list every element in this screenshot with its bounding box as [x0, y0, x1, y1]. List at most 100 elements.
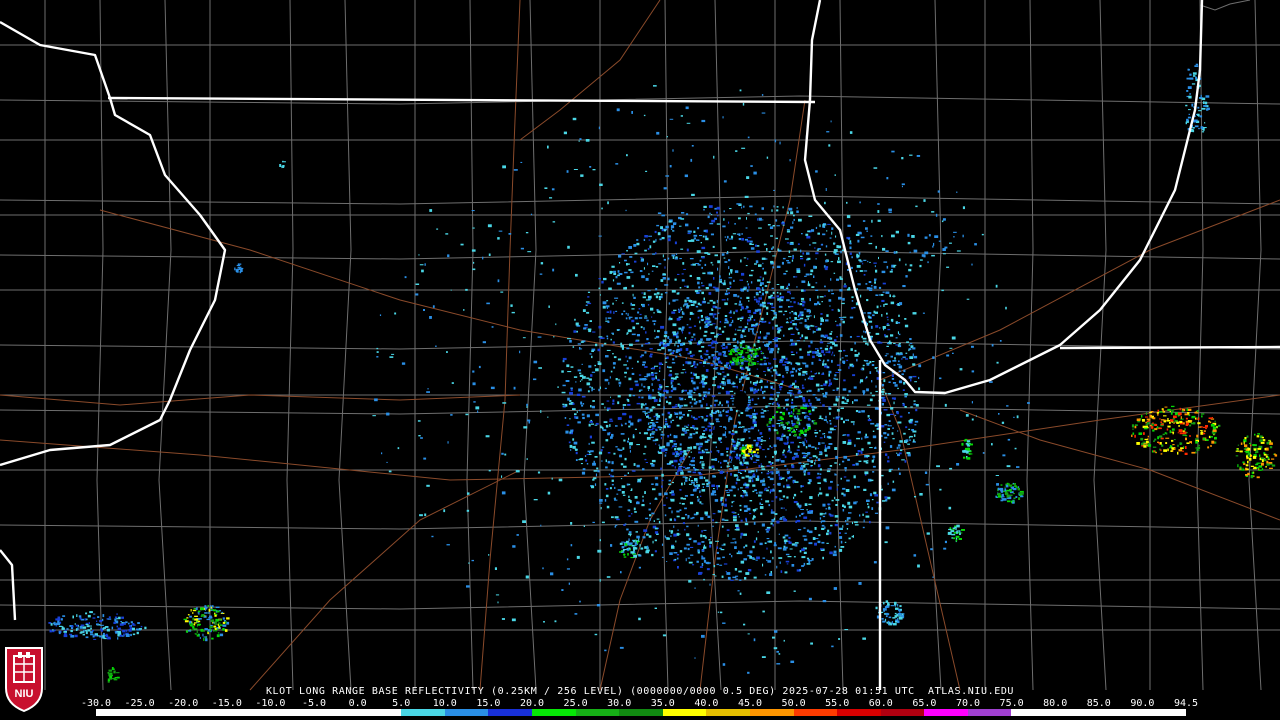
echo-pixel: [788, 390, 793, 392]
echo-pixel: [685, 106, 689, 110]
echo-pixel: [779, 360, 783, 364]
echo-pixel: [645, 403, 647, 406]
echo-pixel: [826, 470, 831, 473]
echo-pixel: [811, 446, 815, 448]
echo-pixel: [751, 315, 753, 318]
echo-pixel: [766, 312, 769, 315]
echo-pixel: [909, 356, 913, 359]
echo-pixel: [423, 457, 427, 460]
echo-pixel: [766, 472, 769, 475]
echo-pixel: [872, 465, 876, 468]
echo-pixel: [1143, 445, 1147, 448]
echo-pixel: [735, 309, 738, 313]
echo-pixel: [572, 446, 576, 449]
echo-pixel: [717, 611, 720, 613]
echo-pixel: [684, 432, 687, 434]
echo-pixel: [821, 301, 823, 303]
echo-pixel: [675, 341, 677, 344]
echo-pixel: [579, 380, 581, 382]
echo-pixel: [708, 292, 712, 295]
echo-pixel: [1256, 435, 1260, 438]
echo-pixel: [663, 504, 666, 506]
echo-pixel: [869, 287, 873, 290]
echo-pixel: [814, 527, 817, 530]
echo-pixel: [533, 360, 538, 364]
echo-pixel: [1184, 452, 1188, 455]
echo-pixel: [777, 394, 779, 398]
echo-pixel: [511, 618, 516, 622]
echo-pixel: [735, 578, 738, 580]
echo-pixel: [1179, 442, 1182, 445]
echo-pixel: [817, 301, 820, 305]
echo-pixel: [726, 362, 730, 365]
echo-pixel: [869, 520, 871, 524]
echo-pixel: [426, 391, 430, 393]
echo-pixel: [727, 298, 729, 301]
echo-pixel: [681, 517, 685, 520]
echo-pixel: [909, 376, 913, 379]
echo-pixel: [621, 347, 624, 350]
echo-pixel: [714, 367, 718, 370]
echo-pixel: [707, 425, 712, 428]
echo-pixel: [1147, 435, 1149, 438]
echo-pixel: [894, 384, 898, 387]
echo-pixel: [1004, 492, 1009, 495]
echo-pixel: [771, 509, 773, 512]
echo-pixel: [740, 297, 742, 299]
echo-pixel: [778, 424, 781, 427]
echo-pixel: [776, 650, 779, 653]
echo-pixel: [801, 280, 806, 283]
echo-pixel: [760, 463, 762, 465]
echo-pixel: [729, 366, 732, 369]
echo-pixel: [690, 377, 694, 379]
echo-pixel: [843, 402, 848, 404]
echo-pixel: [682, 364, 685, 366]
echo-pixel: [1208, 417, 1213, 419]
echo-pixel: [612, 362, 616, 365]
echo-pixel: [226, 621, 230, 625]
echo-pixel: [707, 515, 711, 518]
echo-pixel: [647, 262, 649, 266]
echo-pixel: [587, 328, 592, 331]
echo-pixel: [845, 489, 850, 492]
echo-pixel: [981, 233, 984, 236]
echo-pixel: [533, 378, 537, 381]
echo-pixel: [786, 230, 791, 233]
echo-pixel: [952, 352, 954, 354]
echo-pixel: [537, 336, 542, 338]
echo-pixel: [790, 339, 794, 342]
echo-pixel: [767, 410, 769, 412]
echo-pixel: [1257, 433, 1260, 435]
echo-pixel: [755, 244, 757, 247]
echo-pixel: [627, 329, 632, 333]
echo-pixel: [677, 566, 679, 569]
echo-pixel: [1211, 440, 1215, 444]
echo-pixel: [824, 447, 828, 450]
echo-pixel: [718, 437, 722, 440]
echo-pixel: [778, 557, 783, 559]
echo-pixel: [798, 433, 801, 436]
echo-pixel: [614, 516, 619, 519]
echo-pixel: [959, 530, 961, 532]
echo-pixel: [766, 306, 769, 310]
echo-pixel: [765, 405, 768, 408]
echo-pixel: [803, 289, 806, 292]
echo-pixel: [1239, 466, 1242, 469]
echo-pixel: [701, 449, 704, 452]
echo-pixel: [805, 416, 810, 418]
echo-pixel: [562, 384, 566, 387]
echo-pixel: [703, 365, 705, 367]
echo-pixel: [653, 85, 657, 87]
echo-pixel: [446, 544, 450, 546]
echo-pixel: [962, 234, 964, 238]
echo-pixel: [874, 278, 877, 281]
echo-pixel: [588, 453, 592, 455]
echo-pixel: [732, 358, 735, 362]
echo-pixel: [858, 582, 862, 585]
echo-pixel: [625, 317, 628, 320]
echo-pixel: [690, 480, 694, 482]
echo-pixel: [587, 296, 590, 298]
echo-pixel: [451, 382, 454, 384]
echo-pixel: [669, 340, 672, 342]
echo-pixel: [606, 335, 609, 337]
